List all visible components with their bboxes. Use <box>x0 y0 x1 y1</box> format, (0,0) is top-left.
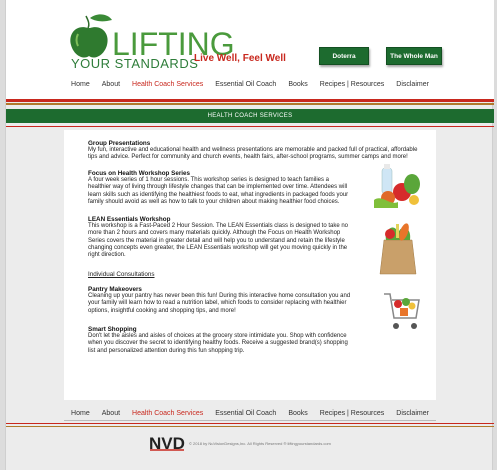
nav-disclaimer[interactable]: Disclaimer <box>390 78 435 92</box>
nav-books[interactable]: Books <box>282 78 313 92</box>
footer-nav: Home About Health Coach Services Essenti… <box>64 407 436 421</box>
produce-image <box>374 164 420 208</box>
section-body: A four week series of 1 hour sessions. T… <box>88 177 349 205</box>
section-title: Pantry Makeovers <box>88 286 142 293</box>
divider-gold <box>6 103 494 105</box>
section-title: LEAN Essentials Workshop <box>88 216 171 223</box>
footer-nav-essential-oil-coach[interactable]: Essential Oil Coach <box>209 407 282 420</box>
footer-nav-home[interactable]: Home <box>65 407 96 420</box>
main-content: Group Presentations My fun, interactive … <box>64 130 436 400</box>
main-nav: Home About Health Coach Services Essenti… <box>6 78 494 92</box>
divider-red-lower <box>6 126 494 127</box>
footer-nav-books[interactable]: Books <box>282 407 313 420</box>
nav-about[interactable]: About <box>96 78 126 92</box>
nav-home[interactable]: Home <box>65 78 96 92</box>
header: LIFTING YOUR STANDARDS Live Well, Feel W… <box>6 0 494 100</box>
footer-divider-red <box>6 423 494 424</box>
group-presentations-section: Group Presentations My fun, interactive … <box>88 140 420 162</box>
tagline: Live Well, Feel Well <box>194 53 286 64</box>
section-body: Cleaning up your pantry has never been t… <box>88 293 351 314</box>
section-body: My fun, interactive and educational heal… <box>88 147 418 161</box>
lean-essentials-section: LEAN Essentials Workshop This workshop i… <box>88 216 420 259</box>
section-body: Don't let the aisles and aisles of choic… <box>88 333 348 354</box>
individual-consultations-link[interactable]: Individual Consultations <box>88 271 155 278</box>
divider-red <box>6 99 494 102</box>
footer-nav-health-coach-services[interactable]: Health Coach Services <box>126 407 209 420</box>
smart-shopping-section: Smart Shopping Don't let the aisles and … <box>88 326 420 355</box>
nav-health-coach-services[interactable]: Health Coach Services <box>126 78 209 92</box>
footer-nav-recipes-resources[interactable]: Recipes | Resources <box>314 407 390 420</box>
footer-divider-gold <box>6 426 494 427</box>
section-title: Group Presentations <box>88 140 151 147</box>
footer-nav-disclaimer[interactable]: Disclaimer <box>390 407 435 420</box>
banner-title: HEALTH COACH SERVICES <box>207 113 293 119</box>
section-title: Smart Shopping <box>88 326 137 333</box>
footer-nav-about[interactable]: About <box>96 407 126 420</box>
the-whole-man-button[interactable]: The Whole Man <box>386 47 442 65</box>
doterra-button[interactable]: Doterra <box>319 47 369 65</box>
copyright-text: © 2018 by NuVisionDesigns,Inc. All Right… <box>189 441 331 446</box>
section-banner: HEALTH COACH SERVICES <box>6 109 494 123</box>
pantry-makeovers-section: Pantry Makeovers Cleaning up your pantry… <box>88 286 420 315</box>
section-body: This workshop is a Fast-Paced 2 Hour Ses… <box>88 223 349 259</box>
grocery-bag-image <box>379 223 417 275</box>
page: LIFTING YOUR STANDARDS Live Well, Feel W… <box>5 0 494 470</box>
logo-subtitle: YOUR STANDARDS <box>71 56 199 71</box>
nvd-logo[interactable]: NVD <box>148 434 186 452</box>
shopping-cart-image <box>384 293 420 329</box>
nav-recipes-resources[interactable]: Recipes | Resources <box>314 78 390 92</box>
nav-essential-oil-coach[interactable]: Essential Oil Coach <box>209 78 282 92</box>
